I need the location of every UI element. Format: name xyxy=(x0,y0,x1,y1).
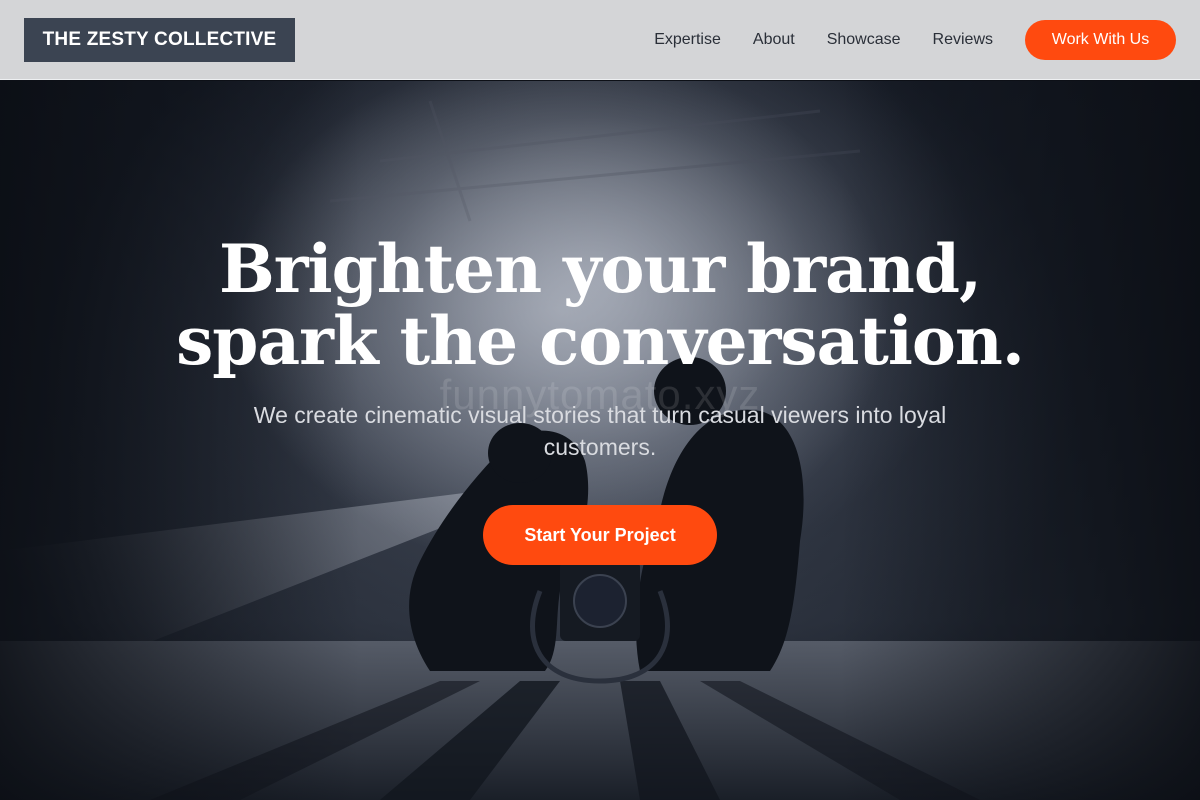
nav-link-reviews[interactable]: Reviews xyxy=(933,31,993,49)
hero-section: funnytomato.xyz Brighten your brand, spa… xyxy=(0,81,1200,800)
site-logo[interactable]: THE ZESTY COLLECTIVE xyxy=(24,17,295,62)
hero-content: Brighten your brand, spark the conversat… xyxy=(0,81,1200,800)
hero-headline-line1: Brighten your brand, xyxy=(218,230,982,308)
main-nav: Expertise About Showcase Reviews Work Wi… xyxy=(622,19,1176,60)
hero-headline-line2: spark the conversation. xyxy=(176,302,1025,380)
hero-subtitle: We create cinematic visual stories that … xyxy=(253,402,947,460)
nav-link-showcase[interactable]: Showcase xyxy=(827,31,901,49)
hero-headline: Brighten your brand, spark the conversat… xyxy=(100,233,1100,377)
nav-link-about[interactable]: About xyxy=(753,31,795,49)
work-with-us-button[interactable]: Work With Us xyxy=(1025,19,1176,60)
start-project-button[interactable]: Start Your Project xyxy=(483,505,717,565)
top-navbar: THE ZESTY COLLECTIVE Expertise About Sho… xyxy=(0,0,1200,80)
nav-link-expertise[interactable]: Expertise xyxy=(654,31,721,49)
